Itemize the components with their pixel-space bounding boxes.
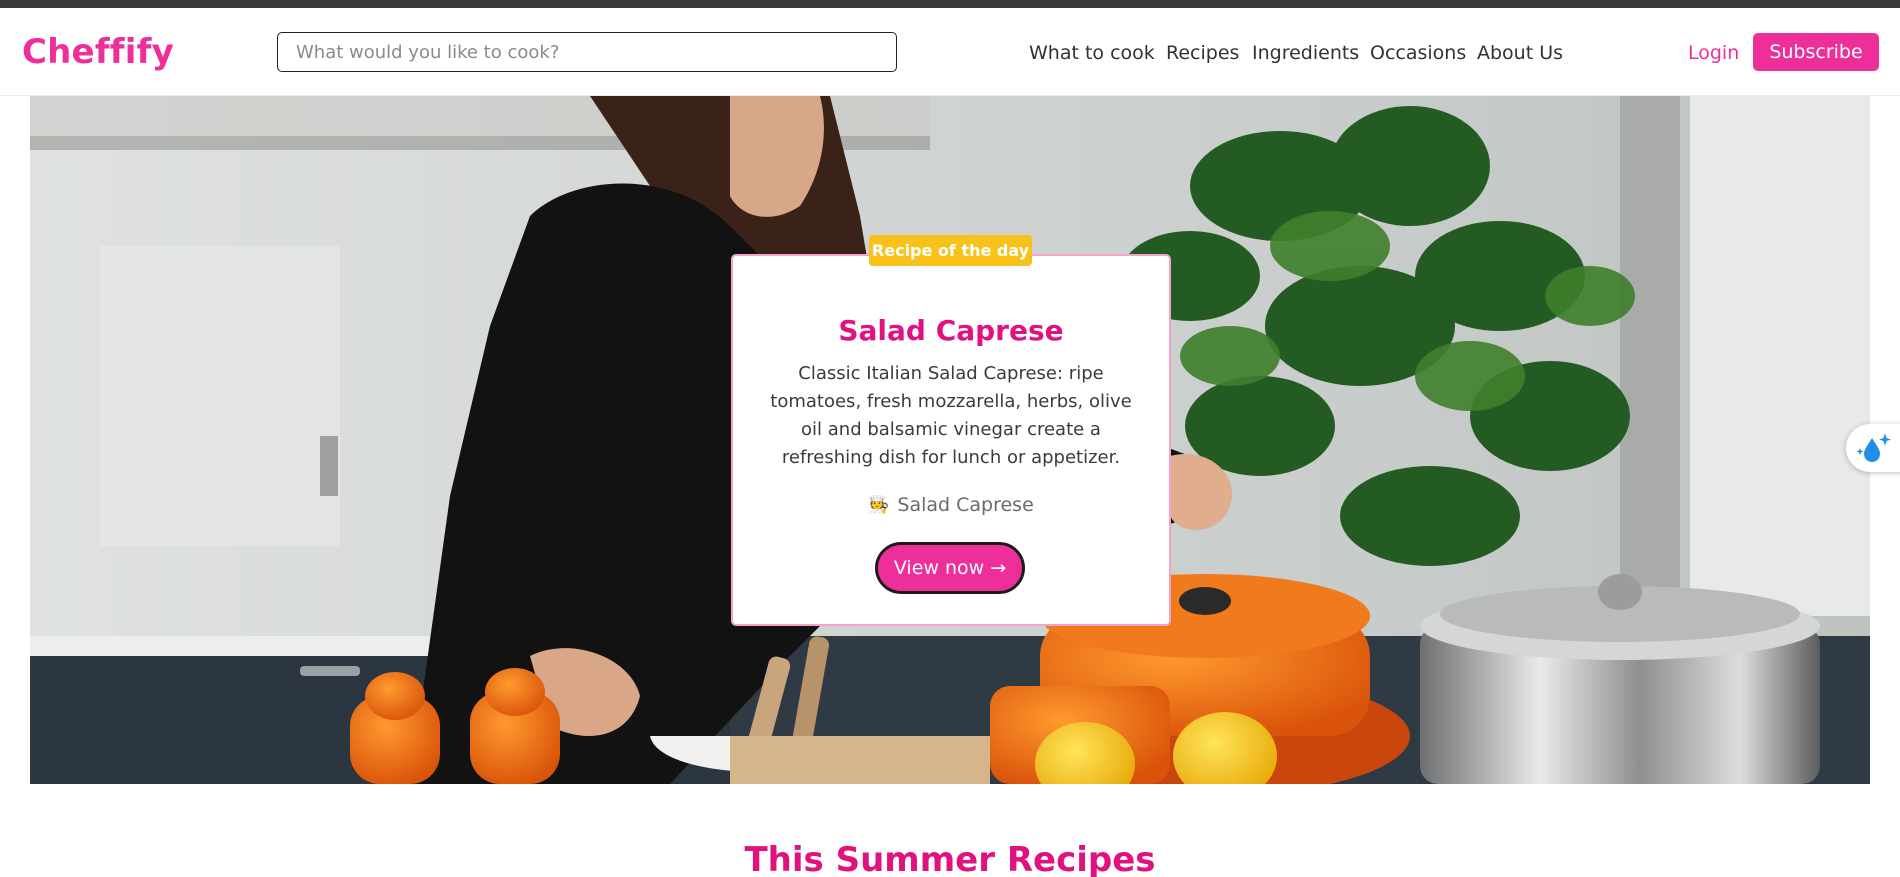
recipe-author: 🧑‍🍳 Salad Caprese: [733, 494, 1169, 516]
recipe-of-day-card: Salad Caprese Classic Italian Salad Capr…: [731, 254, 1171, 626]
nav-item-ingredients[interactable]: Ingredients: [1252, 42, 1359, 64]
subscribe-button[interactable]: Subscribe: [1753, 33, 1879, 71]
section-title: This Summer Recipes: [744, 840, 1156, 877]
search-input[interactable]: [277, 32, 897, 72]
nav-item-recipes[interactable]: Recipes: [1166, 42, 1239, 64]
view-now-button[interactable]: View now →: [875, 542, 1025, 594]
nav-item-occasions[interactable]: Occasions: [1370, 42, 1466, 64]
water-drop-sparkle-icon: [1856, 433, 1891, 462]
recipe-description: Classic Italian Salad Caprese: ripe toma…: [770, 363, 1132, 468]
recipe-of-day-badge: Recipe of the day: [869, 235, 1032, 266]
nav-item-what-to-cook[interactable]: What to cook: [1029, 42, 1155, 64]
site-header: Cheffify What to cook Recipes Ingredient…: [0, 8, 1900, 96]
brand-logo[interactable]: Cheffify: [22, 32, 174, 72]
recipe-author-name: Salad Caprese: [897, 494, 1034, 516]
floating-action-button[interactable]: [1846, 424, 1900, 472]
browser-top-strip: [0, 0, 1900, 8]
login-link[interactable]: Login: [1688, 42, 1739, 64]
nav-item-about-us[interactable]: About Us: [1477, 42, 1563, 64]
chef-icon: 🧑‍🍳: [868, 495, 890, 515]
recipe-title[interactable]: Salad Caprese: [733, 314, 1169, 347]
